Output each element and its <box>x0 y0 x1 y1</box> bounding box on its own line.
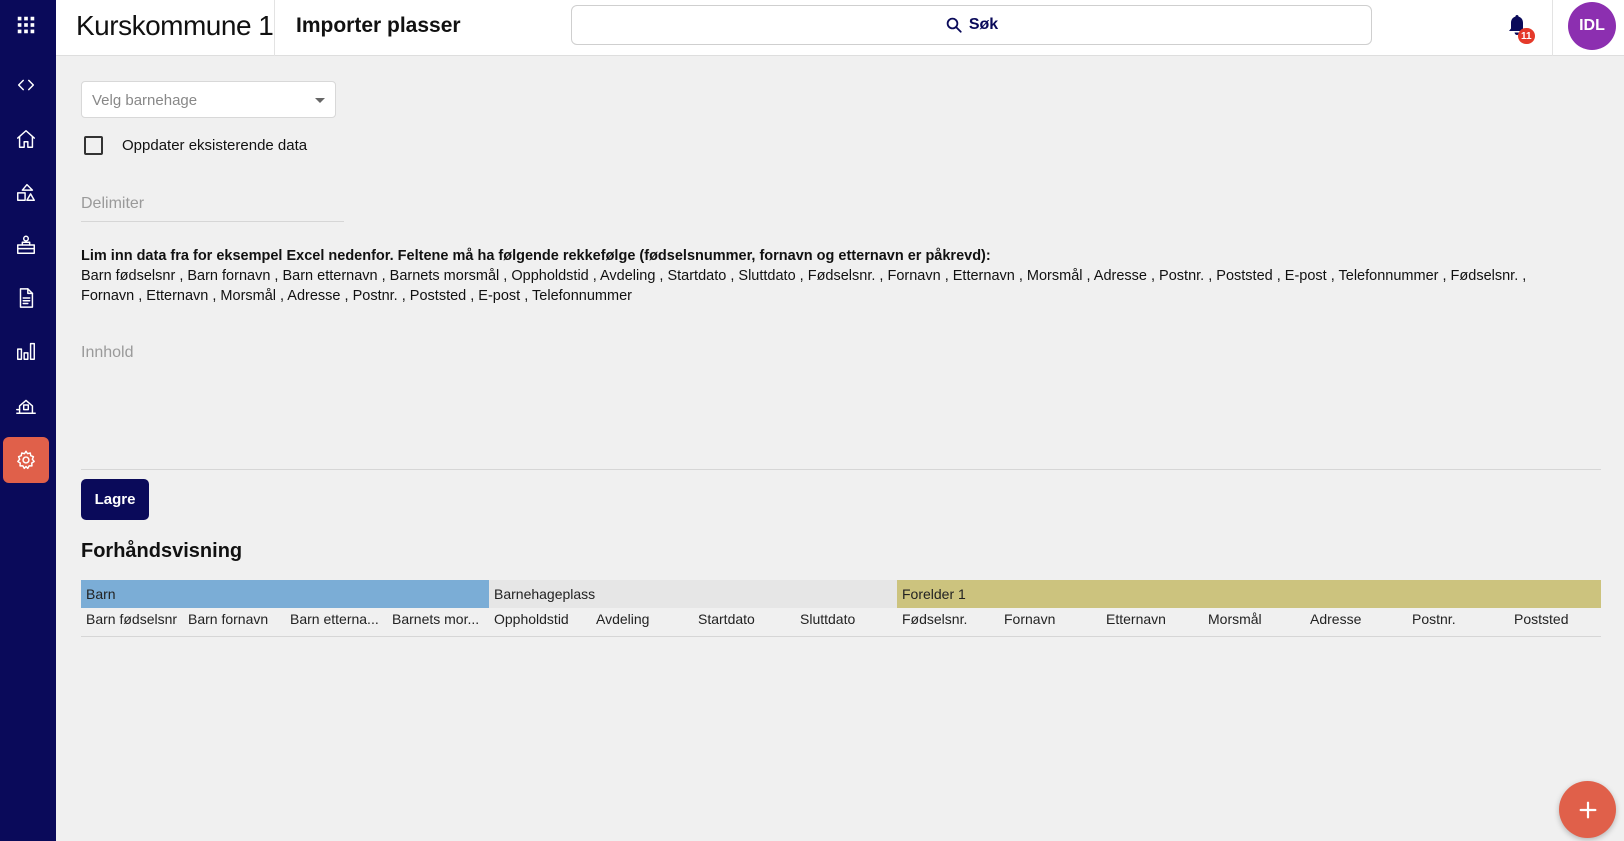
gear-icon <box>17 450 35 470</box>
building-icon <box>16 399 36 414</box>
column-header: Barn fornavn <box>188 611 269 627</box>
column-header: Adresse <box>1310 611 1362 627</box>
left-nav-rail <box>0 0 56 841</box>
column-header: Sluttdato <box>800 611 856 627</box>
save-button[interactable]: Lagre <box>81 479 149 520</box>
column-header: Postnr. <box>1412 611 1456 627</box>
nav-home[interactable] <box>3 116 49 162</box>
home-icon <box>17 130 35 148</box>
shapes-icon <box>17 183 35 201</box>
preview-header-row: Barn fødselsnr Barn fornavn Barn etterna… <box>81 611 1601 637</box>
code-toggle-icon <box>17 79 35 91</box>
column-header: Morsmål <box>1208 611 1262 627</box>
document-icon <box>19 288 34 308</box>
nav-settings[interactable] <box>3 437 49 483</box>
group-barn: Barn <box>81 580 489 608</box>
kindergarten-select-placeholder: Velg barnehage <box>92 92 198 109</box>
column-header: Fornavn <box>1004 611 1056 627</box>
kindergarten-select[interactable]: Velg barnehage <box>81 81 336 118</box>
search-icon <box>946 17 962 33</box>
column-header: Avdeling <box>596 611 650 627</box>
instructions-title: Lim inn data fra for eksempel Excel nede… <box>81 248 991 264</box>
page-title: Importer plasser <box>296 14 461 37</box>
divider <box>274 0 275 56</box>
nav-shapes[interactable] <box>3 169 49 215</box>
notification-badge: 11 <box>1518 28 1535 44</box>
apps-grid-icon <box>17 16 35 34</box>
column-header: Startdato <box>698 611 755 627</box>
notifications-button[interactable]: 11 <box>1501 10 1535 46</box>
column-header: Barnets mor... <box>392 611 480 627</box>
column-header: Barn fødselsnr <box>86 611 178 627</box>
nav-reports[interactable] <box>3 328 49 374</box>
app-title[interactable]: Kurskommune 1 <box>76 10 274 42</box>
nav-code-toggle[interactable] <box>3 62 49 108</box>
search-label: Søk <box>968 16 999 33</box>
field-order-line-1: Barn fødselsnr , Barn fornavn , Barn ett… <box>81 268 1527 284</box>
caret-down-icon <box>315 98 325 103</box>
search-bar[interactable]: Søk <box>571 5 1372 45</box>
group-forelder-1: Forelder 1 <box>897 580 1601 608</box>
content-textarea[interactable] <box>81 344 1601 470</box>
column-header: Etternavn <box>1106 611 1166 627</box>
nav-buildings[interactable] <box>3 382 49 428</box>
column-header: Oppholdstid <box>494 611 569 627</box>
kindergarten-icon <box>17 235 35 254</box>
preview-title: Forhåndsvisning <box>81 540 243 562</box>
update-existing-checkbox[interactable] <box>84 136 103 155</box>
apps-grid-button[interactable] <box>3 2 49 48</box>
group-barnehageplass: Barnehageplass <box>489 580 897 608</box>
user-avatar[interactable]: IDL <box>1568 2 1616 50</box>
column-header: Fødselsnr. <box>902 611 968 627</box>
delimiter-input[interactable] <box>81 186 344 222</box>
nav-kindergarten[interactable] <box>3 222 49 268</box>
bar-chart-icon <box>17 342 35 360</box>
plus-icon <box>1579 801 1596 818</box>
preview-group-row: Barn Barnehageplass Forelder 1 <box>81 580 1601 608</box>
top-bar: Kurskommune 1 Importer plasser Søk 11 ID… <box>56 0 1624 56</box>
column-header: Barn etterna... <box>290 611 379 627</box>
update-existing-label[interactable]: Oppdater eksisterende data <box>122 137 307 154</box>
divider <box>1552 0 1553 56</box>
nav-documents[interactable] <box>3 275 49 321</box>
field-order-line-2: Fornavn , Etternavn , Morsmål , Adresse … <box>81 288 632 304</box>
add-fab-button[interactable] <box>1559 781 1616 838</box>
column-header: Poststed <box>1514 611 1569 627</box>
